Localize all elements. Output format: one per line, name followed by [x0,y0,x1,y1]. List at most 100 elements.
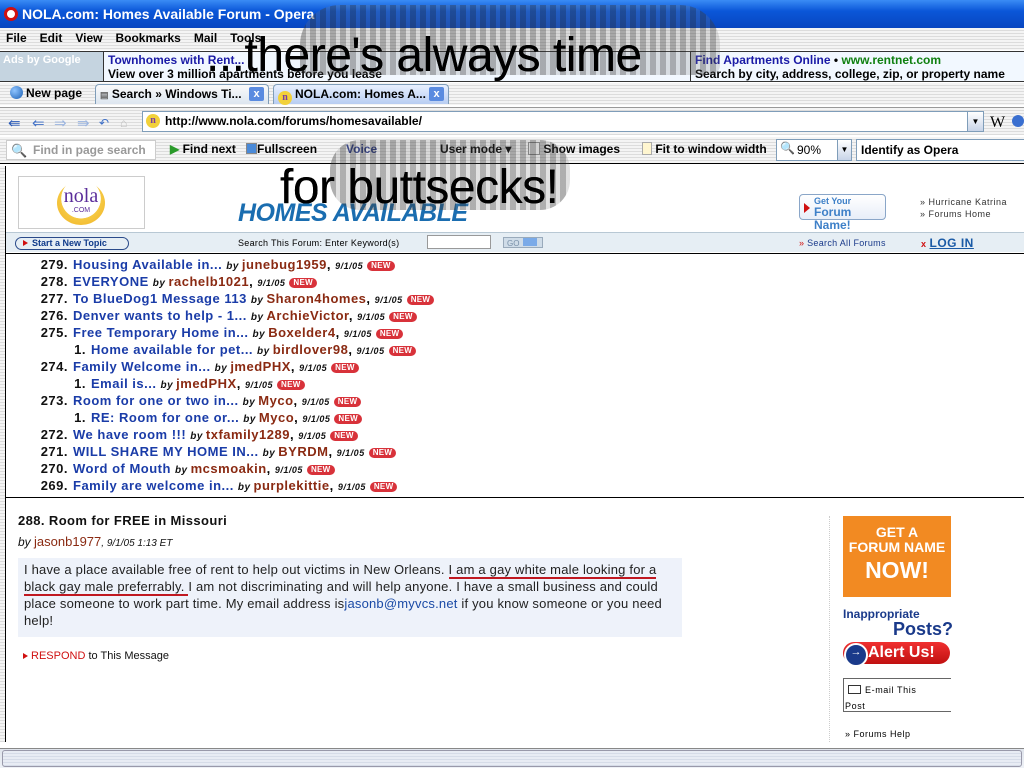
thread-title-link[interactable]: Family Welcome in... [73,359,211,374]
rewind-icon[interactable]: ⇚ [8,114,21,132]
identify-as-select[interactable]: Identify as Opera [856,139,1024,161]
thread-author-link[interactable]: BYRDM [278,444,328,459]
alert-us-button[interactable]: Alert Us! [843,642,950,667]
ad-title[interactable]: Find Apartments Online [695,53,831,67]
zoom-dropdown-icon[interactable]: ▼ [837,140,851,160]
thread-row[interactable]: 276. Denver wants to help - 1... by ArchieV… [6,307,1024,324]
fast-forward-icon[interactable]: ⇛ [77,114,90,132]
thread-row[interactable]: 269. Family are welcome in... by purplekitt… [6,477,1024,494]
zoom-select[interactable]: 🔍 90% ▼ [776,139,852,161]
search-all-forums-link[interactable]: » Search All Forums [799,238,886,248]
home-icon[interactable]: ⌂ [120,116,127,130]
find-next-label: Find next [182,142,236,156]
address-dropdown-icon[interactable]: ▼ [967,112,983,131]
thread-author-link[interactable]: junebug1959 [242,257,327,272]
email-this-post-button[interactable]: E-mail This Post [843,678,951,712]
new-page-button[interactable]: New page [10,86,82,100]
menu-bookmarks[interactable]: Bookmarks [109,28,187,45]
nola-logo[interactable]: nola .COM [57,181,105,225]
nola-logo-box[interactable]: nola .COM [18,176,145,229]
wikipedia-search-icon[interactable]: W [990,114,1005,132]
login-link[interactable]: x LOG IN [921,236,974,250]
ad-item[interactable]: Townhomes with Rent... View over 3 milli… [103,52,683,81]
start-new-topic-button[interactable]: Start a New Topic [15,237,129,250]
tab-nola-homes[interactable]: n NOLA.com: Homes A... x [273,84,449,105]
fit-to-width-button[interactable]: Fit to window width [642,142,767,156]
respond-link[interactable]: RESPOND to This Message [23,650,169,662]
thread-row[interactable]: 278. EVERYONE by rachelb1021, 9/1/05 NEW [6,273,1024,290]
thread-title-link[interactable]: Housing Available in... [73,257,222,272]
thread-title-link[interactable]: To BlueDog1 Message 113 [73,291,247,306]
thread-author-link[interactable]: purplekittie [254,478,330,493]
link-forums-help[interactable]: » Forums Help [845,728,926,740]
forum-search-input[interactable] [427,235,491,249]
thread-author-link[interactable]: mcsmoakin [191,461,267,476]
reload-icon[interactable]: ↶ [99,116,109,130]
address-field[interactable]: n http://www.nola.com/forums/homesavaila… [142,111,984,132]
fullscreen-button[interactable]: Fullscreen [246,142,317,156]
thread-row[interactable]: 275. Free Temporary Home in... by Boxelder4… [6,324,1024,341]
show-images-button[interactable]: Show images [528,142,620,156]
ad-title[interactable]: Townhomes with Rent... [108,53,679,67]
thread-author-link[interactable]: txfamily1289 [206,427,290,442]
thread-author-link[interactable]: rachelb1021 [168,274,249,289]
thread-author-link[interactable]: Boxelder4 [268,325,335,340]
menu-mail[interactable]: Mail [188,28,224,45]
user-mode-button[interactable]: User mode ▾ [440,142,511,156]
menu-file[interactable]: File [0,28,34,45]
menu-edit[interactable]: Edit [34,28,70,45]
thread-title-link[interactable]: RE: Room for one or... [91,410,239,425]
thread-title-link[interactable]: Room for one or two in... [73,393,239,408]
email-link[interactable]: jasonb@myvcs.net [344,596,457,611]
find-next-button[interactable]: ▶ Find next [170,142,236,156]
thread-row[interactable]: 1. RE: Room for one or... by Myco, 9/1/05 NE… [6,409,1024,426]
thread-list[interactable]: 279. Housing Available in... by junebug1959… [6,253,1024,498]
thread-author-link[interactable]: jmedPHX [230,359,291,374]
menu-view[interactable]: View [69,28,109,45]
thread-author-link[interactable]: Sharon4homes [267,291,367,306]
thread-row[interactable]: 271. WILL SHARE MY HOME IN... by BYRDM, 9/1… [6,443,1024,460]
thread-by: by [160,380,174,391]
thread-row[interactable]: 277. To BlueDog1 Message 113 by Sharon4home… [6,290,1024,307]
close-tab-icon[interactable]: x [429,87,444,101]
thread-row[interactable]: 274. Family Welcome in... by jmedPHX, 9/1/0… [6,358,1024,375]
thread-title-link[interactable]: Home available for pet... [91,342,253,357]
thread-title-link[interactable]: Email is... [91,376,156,391]
thread-author-link[interactable]: Myco [258,393,293,408]
thread-title-link[interactable]: Free Temporary Home in... [73,325,249,340]
thread-title-link[interactable]: Denver wants to help - 1... [73,308,247,323]
thread-row[interactable]: 273. Room for one or two in... by Myco, 9/1… [6,392,1024,409]
tab-search-windows[interactable]: ▤ Search » Windows Ti... x [95,84,269,104]
thread-row[interactable]: 270. Word of Mouth by mcsmoakin, 9/1/05 NEW [6,460,1024,477]
thread-title-link[interactable]: WILL SHARE MY HOME IN... [73,444,259,459]
thread-author-link[interactable]: birdlover98 [273,342,349,357]
menu-tools[interactable]: Tools [224,28,268,45]
new-badge: NEW [306,465,335,475]
find-in-page-input[interactable]: 🔍 Find in page search [6,140,156,160]
thread-title-link[interactable]: Word of Mouth [73,461,171,476]
thread-title-link[interactable]: Family are welcome in... [73,478,234,493]
thread-row[interactable]: 272. We have room !!! by txfamily1289, 9/1/… [6,426,1024,443]
thread-title-link[interactable]: EVERYONE [73,274,149,289]
search-engine-icon[interactable] [1012,115,1024,127]
voice-button[interactable]: Voice [346,142,377,156]
forward-icon[interactable]: ⇒ [54,114,67,132]
back-icon[interactable]: ⇐ [32,114,45,132]
link-hurricane-katrina[interactable]: » Hurricane Katrina [920,196,1007,208]
thread-author-link[interactable]: ArchieVictor [267,308,349,323]
link-forums-home[interactable]: » Forums Home [920,208,1007,220]
post-author[interactable]: jasonb1977 [34,534,101,549]
link-user-agreement[interactable]: » User Agreement [845,740,926,742]
thread-author-link[interactable]: jmedPHX [176,376,237,391]
ad-item[interactable]: Find Apartments Online • www.rentnet.com… [690,52,1024,81]
thread-title-link[interactable]: We have room !!! [73,427,186,442]
go-button[interactable]: GO [503,237,543,248]
ad-url[interactable]: www.rentnet.com [841,53,941,67]
thread-row[interactable]: 1. Home available for pet... by birdlover98… [6,341,1024,358]
get-forum-name-ad[interactable]: GET A FORUM NAME NOW! [843,516,951,597]
get-forum-name-button[interactable]: Get Your Forum Name! [799,194,886,232]
thread-row[interactable]: 1. Email is... by jmedPHX, 9/1/05 NEW [6,375,1024,392]
thread-author-link[interactable]: Myco [259,410,294,425]
thread-row[interactable]: 279. Housing Available in... by junebug1959… [6,256,1024,273]
close-tab-icon[interactable]: x [249,87,264,101]
